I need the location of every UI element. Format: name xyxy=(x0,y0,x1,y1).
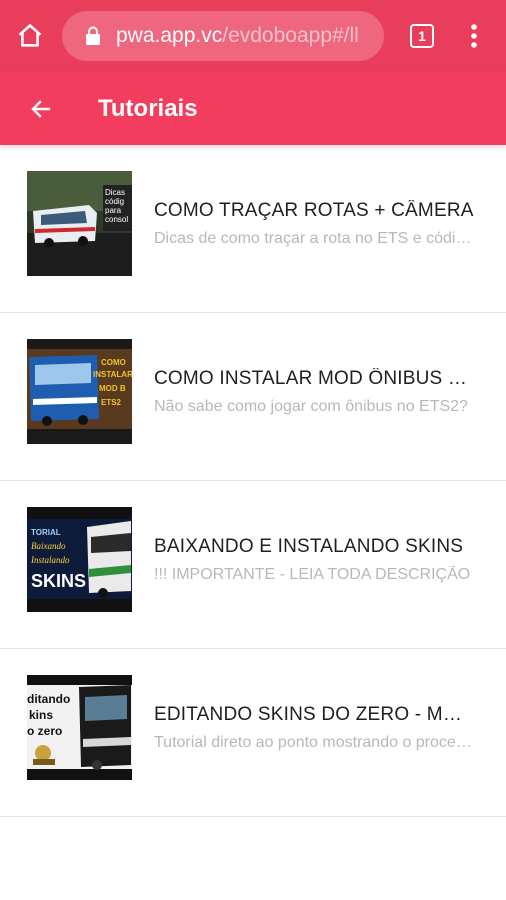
video-thumbnail: TORIAL Baixando Instalando SKINS xyxy=(27,507,132,612)
thumb-caption: kins xyxy=(29,708,53,722)
list-item[interactable]: TORIAL Baixando Instalando SKINS BAIXAND… xyxy=(0,481,506,649)
thumb-caption: TORIAL xyxy=(31,528,61,537)
thumb-caption: o zero xyxy=(27,724,62,738)
thumb-caption: para xyxy=(105,206,122,215)
thumb-caption: COMO xyxy=(101,358,126,367)
tutorial-title: EDITANDO SKINS DO ZERO - MODO xyxy=(154,704,474,725)
tutorial-description: !!! IMPORTANTE - LEIA TODA DESCRIÇÃO xyxy=(154,566,471,583)
url-path: /evdoboapp#/ll xyxy=(222,24,359,47)
arrow-back-icon xyxy=(31,99,51,118)
more-vert-icon xyxy=(471,24,477,48)
list-item[interactable]: ditando kins o zero EDITANDO SKINS DO ZE… xyxy=(0,649,506,817)
thumb-caption: códig xyxy=(105,197,124,206)
thumb-caption: MOD B xyxy=(99,384,126,393)
thumb-caption: Dicas xyxy=(105,188,125,197)
home-icon xyxy=(18,24,42,47)
thumb-caption: Instalando xyxy=(30,555,70,565)
url-text: pwa.app.vc/evdoboapp#/ll xyxy=(116,24,359,48)
video-thumbnail: COMO INSTALAR MOD B ETS2 xyxy=(27,339,132,444)
thumb-caption: ditando xyxy=(27,692,70,706)
thumb-caption: consol xyxy=(105,215,128,224)
page-title: Tutoriais xyxy=(98,94,198,122)
list-item[interactable]: COMO INSTALAR MOD B ETS2 COMO INSTALAR M… xyxy=(0,313,506,481)
url-host: pwa.app.vc xyxy=(116,24,223,47)
thumb-caption: Baixando xyxy=(31,541,66,551)
thumb-caption: ETS2 xyxy=(101,398,122,407)
address-bar[interactable]: pwa.app.vc/evdoboapp#/ll xyxy=(62,11,384,61)
app-toolbar: Tutoriais xyxy=(0,72,506,145)
tutorial-description: Dicas de como traçar a rota no ETS e cód… xyxy=(154,230,472,247)
back-button[interactable] xyxy=(0,72,82,145)
video-thumbnail: ditando kins o zero xyxy=(27,675,132,780)
thumb-caption: INSTALAR xyxy=(93,370,132,379)
tutorial-title: COMO TRAÇAR ROTAS + CÂMERA xyxy=(154,200,474,221)
tabs-icon: 1 xyxy=(410,24,434,48)
video-thumbnail: Dicas códig para consol xyxy=(27,171,132,276)
browser-toolbar: pwa.app.vc/evdoboapp#/ll 1 xyxy=(0,0,506,72)
home-button[interactable] xyxy=(0,0,60,72)
browser-menu-button[interactable] xyxy=(456,18,492,54)
tab-count: 1 xyxy=(418,28,426,44)
tabs-button[interactable]: 1 xyxy=(402,18,442,54)
thumb-caption: SKINS xyxy=(31,571,86,591)
tutorial-description: Tutorial direto ao ponto mostrando o pro… xyxy=(154,734,472,751)
tutorial-description: Não sabe como jogar com ônibus no ETS2? xyxy=(154,398,468,415)
lock-icon xyxy=(84,25,102,47)
tutorial-list: Dicas códig para consol COMO TRAÇAR ROTA… xyxy=(0,145,506,817)
tutorial-title: COMO INSTALAR MOD ÔNIBUS NO ETS2 xyxy=(154,368,474,389)
tutorial-title: BAIXANDO E INSTALANDO SKINS xyxy=(154,536,464,557)
list-item[interactable]: Dicas códig para consol COMO TRAÇAR ROTA… xyxy=(0,145,506,313)
